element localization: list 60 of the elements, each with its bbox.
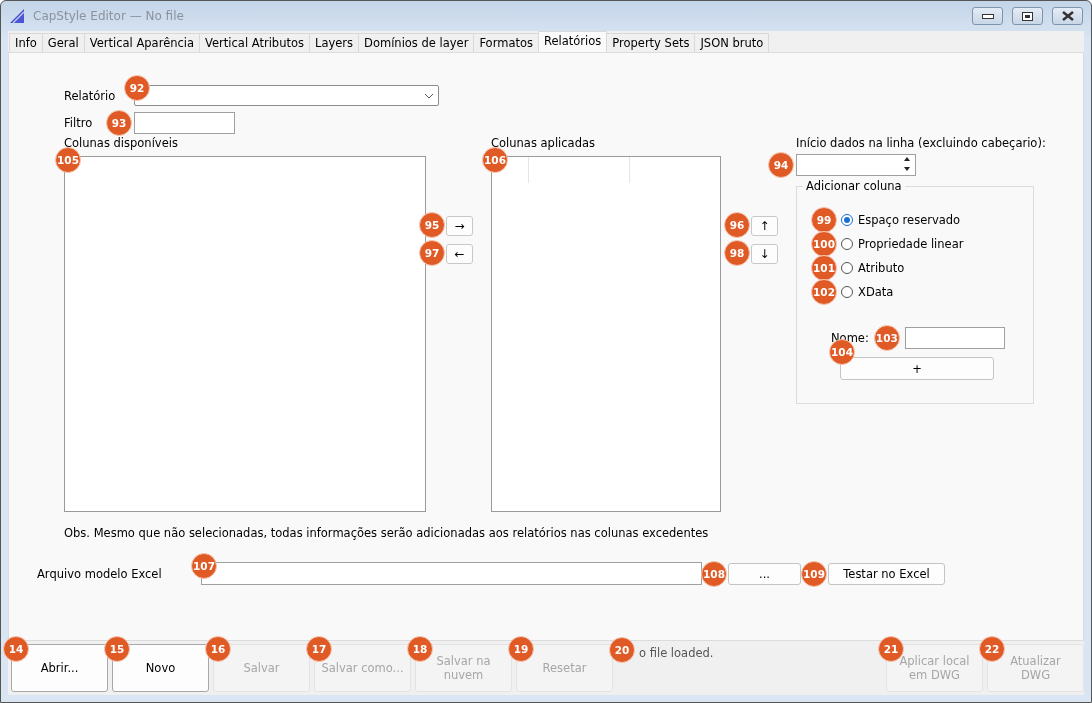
- radio-button[interactable]: [841, 262, 853, 274]
- number-badge: 98: [724, 240, 750, 266]
- number-badge: 100: [811, 231, 837, 257]
- field-label: Filtro: [64, 116, 93, 130]
- logo-icon: [9, 8, 27, 24]
- close-button[interactable]: [1052, 7, 1083, 25]
- number-badge: 105: [55, 147, 81, 173]
- list-label: Colunas aplicadas: [491, 136, 596, 150]
- radio-label: XData: [858, 285, 894, 299]
- start-row-spinner[interactable]: [796, 154, 916, 176]
- number-badge: 109: [801, 560, 827, 587]
- number-badge: 106: [482, 147, 508, 173]
- radio-button[interactable]: [841, 238, 853, 250]
- add-column-button[interactable]: +: [840, 357, 994, 380]
- radio-label: Propriedade linear: [858, 237, 964, 251]
- number-badge: 92: [124, 75, 150, 101]
- number-badge: 94: [768, 152, 794, 178]
- browse-button[interactable]: ...: [728, 562, 801, 585]
- radio-button[interactable]: [841, 286, 853, 298]
- number-badge: 14: [3, 636, 29, 662]
- list-label: Colunas disponíveis: [64, 136, 179, 150]
- number-badge: 103: [873, 325, 900, 351]
- filter-field[interactable]: [134, 112, 235, 134]
- note-text: Obs. Mesmo que não selecionadas, todas informações serão adicionadas aos relatórios nas colunas excedentes: [64, 526, 710, 540]
- chevron-down-icon: [424, 92, 434, 99]
- tab[interactable]: Relatórios: [537, 31, 608, 52]
- spin-down-icon[interactable]: [901, 164, 913, 173]
- window-title: CapStyle Editor — No file: [33, 9, 185, 23]
- tab[interactable]: Info: [9, 33, 43, 52]
- maximize-icon: [1022, 11, 1033, 21]
- close-icon: [1061, 11, 1074, 21]
- test-excel-button[interactable]: Testar no Excel: [828, 562, 945, 585]
- minimize-icon: [981, 13, 994, 19]
- tab[interactable]: Domínios de layer: [358, 33, 475, 52]
- group-title: Adicionar coluna: [803, 179, 905, 193]
- number-badge: 93: [106, 110, 132, 136]
- field-label: Início dados na linha (excluindo cabeçario):: [796, 136, 1046, 150]
- number-badge: 96: [724, 212, 750, 238]
- tab[interactable]: JSON bruto: [694, 33, 770, 52]
- tab[interactable]: Property Sets: [606, 33, 696, 52]
- radio-label: Espaço reservado: [858, 213, 961, 227]
- radio-button[interactable]: [841, 214, 853, 226]
- field-label: Relatório: [64, 88, 116, 103]
- minimize-button[interactable]: [972, 7, 1003, 25]
- move-button[interactable]: →: [446, 216, 473, 236]
- number-badge: 108: [701, 560, 727, 587]
- radio-label: Atributo: [858, 261, 905, 275]
- maximize-button[interactable]: [1012, 7, 1043, 25]
- tab[interactable]: Layers: [309, 33, 360, 52]
- number-badge: 102: [811, 279, 837, 305]
- name-field[interactable]: [904, 327, 1005, 349]
- number-badge: 107: [191, 553, 217, 579]
- spin-up-icon[interactable]: [901, 155, 913, 164]
- reorder-button[interactable]: ↑: [751, 216, 778, 236]
- number-badge: 99: [811, 207, 837, 233]
- status-text: o file loaded.: [639, 646, 714, 660]
- reorder-button[interactable]: ↓: [751, 244, 778, 264]
- tab[interactable]: Vertical Aparência: [83, 33, 201, 52]
- number-badge: 101: [811, 255, 837, 281]
- move-button[interactable]: ←: [446, 244, 473, 264]
